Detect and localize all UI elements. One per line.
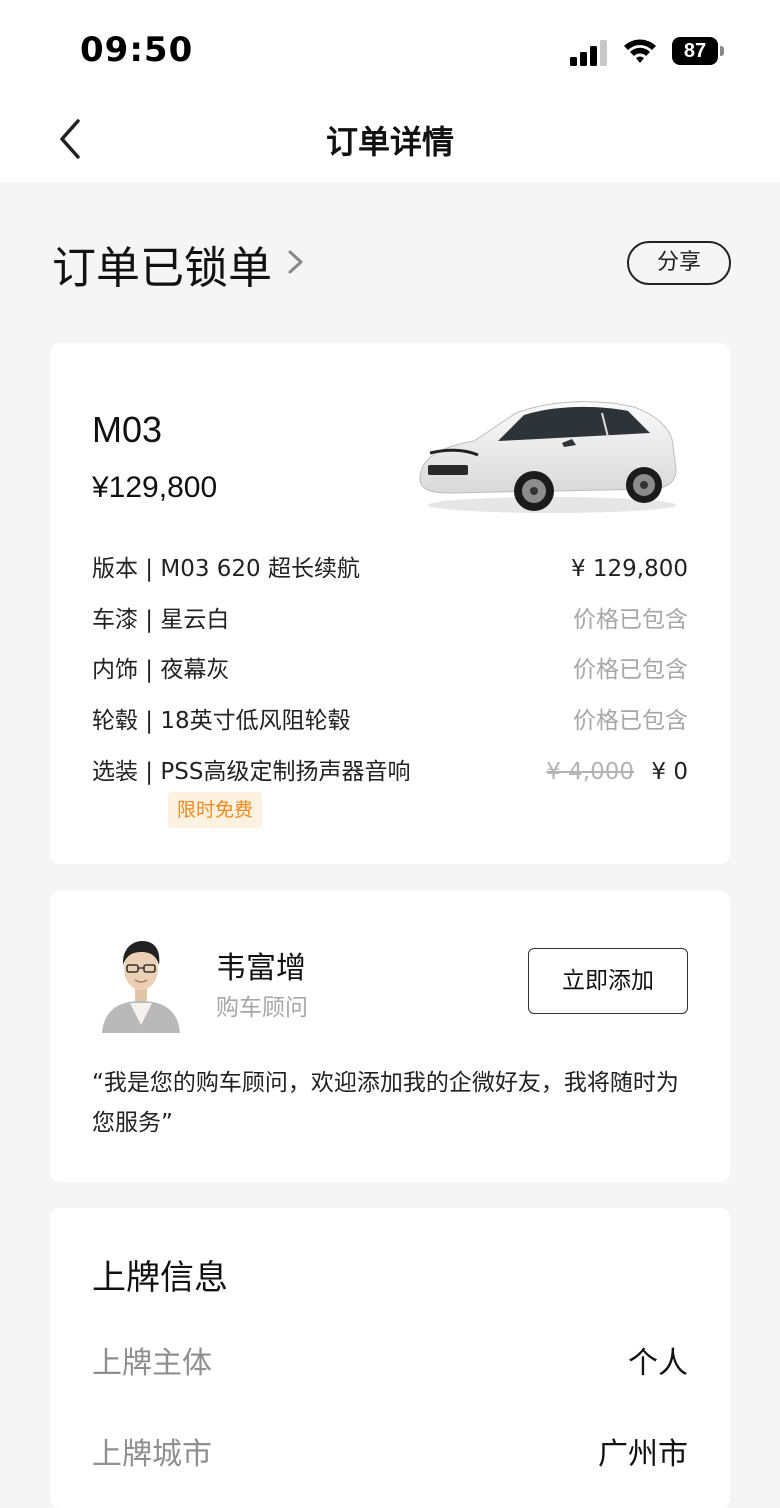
spec-row-wheels: 轮毂 | 18英寸低风阻轮毂 价格已包含 [92,704,688,738]
advisor-avatar [102,941,180,1033]
plate-value: 广州市 [598,1437,688,1472]
plate-info-card: 上牌信息 上牌主体 个人 上牌城市 广州市 [50,1208,730,1508]
spec-row-version: 版本 | M03 620 超长续航 ¥ 129,800 [92,552,688,586]
spec-price: 价格已包含 [573,607,688,633]
car-image [419,401,677,513]
plate-label: 上牌主体 [92,1346,212,1381]
advisor-name: 韦富增 [216,951,306,986]
spec-label: 选装 | PSS高级定制扬声器音响 [92,759,411,785]
spec-label: 轮毂 | 18英寸低风阻轮毂 [92,708,351,734]
battery-tip [720,46,724,56]
spec-price: 价格已包含 [573,657,688,683]
plate-row-city: 上牌城市 广州市 [92,1433,688,1477]
spec-label: 车漆 | 星云白 [92,607,230,633]
spec-label: 版本 | M03 620 超长续航 [92,556,361,582]
plate-section-title: 上牌信息 [92,1258,228,1298]
advisor-role: 购车顾问 [216,995,308,1021]
battery-icon: 87 [672,37,724,65]
order-status-link[interactable]: 订单已锁单 [52,232,272,296]
cellular-signal-icon [570,40,607,66]
page-title: 订单详情 [325,123,454,161]
limited-free-badge: 限时免费 [168,792,262,828]
spec-row-option: 选装 | PSS高级定制扬声器音响 ¥ 4,000 ¥ 0 [92,755,688,789]
car-model-name: M03 [92,409,163,450]
spec-row-interior: 内饰 | 夜幕灰 价格已包含 [92,653,688,687]
plate-value: 个人 [628,1346,688,1381]
top-bar: 09:50 87 订单详情 [0,0,780,182]
spec-row-paint: 车漆 | 星云白 价格已包含 [92,603,688,637]
order-summary-card: M03 ¥129,800 版本 | M03 620 超长续航 ¥ 129,800… [50,343,730,864]
spec-label: 内饰 | 夜幕灰 [92,657,230,683]
share-button[interactable]: 分享 [627,241,731,285]
plate-row-entity: 上牌主体 个人 [92,1342,688,1386]
advisor-message: “我是您的购车顾问，欢迎添加我的企微好友，我将随时为您服务” [92,1070,679,1136]
spec-price: ¥ 129,800 [570,556,688,582]
advisor-card: 韦富增 购车顾问 立即添加 “我是您的购车顾问，欢迎添加我的企微好友，我将随时为… [50,891,730,1182]
add-advisor-button[interactable]: 立即添加 [528,948,688,1014]
battery-level: 87 [672,37,718,65]
spec-price: ¥ 0 [651,759,688,785]
original-price: ¥ 4,000 [546,759,634,785]
car-price: ¥129,800 [92,471,218,504]
plate-label: 上牌城市 [92,1437,212,1472]
spec-price: 价格已包含 [573,708,688,734]
chevron-right-icon[interactable] [284,246,308,278]
status-time: 09:50 [80,30,194,70]
wifi-icon [624,39,656,63]
